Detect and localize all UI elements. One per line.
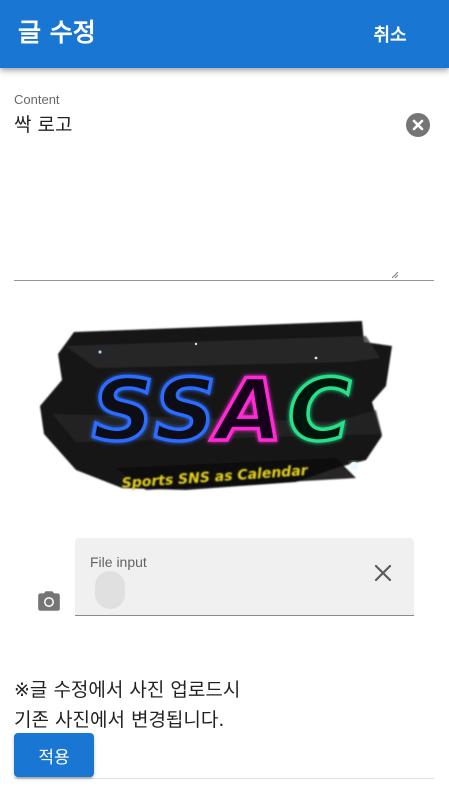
upload-notice: ※글 수정에서 사진 업로드시 기존 사진에서 변경됩니다.	[14, 675, 240, 735]
cancel-button[interactable]: 취소	[356, 18, 424, 50]
page-title: 글 수정	[18, 18, 96, 47]
file-input[interactable]: File input	[75, 538, 414, 616]
svg-text:S: S	[154, 361, 216, 461]
svg-text:C: C	[288, 361, 351, 461]
svg-text:S: S	[92, 361, 154, 461]
content-textarea[interactable]	[14, 110, 394, 270]
camera-icon[interactable]	[36, 588, 62, 614]
close-icon[interactable]	[371, 561, 395, 585]
svg-text:A: A	[210, 361, 283, 461]
apply-button[interactable]: 적용	[14, 733, 94, 777]
app-bar: 글 수정 취소	[0, 0, 449, 68]
notice-line-1: ※글 수정에서 사진 업로드시	[14, 679, 241, 701]
resize-handle-icon[interactable]	[392, 272, 398, 278]
close-circle-icon[interactable]	[406, 113, 430, 137]
file-chip	[95, 571, 125, 609]
file-input-label: File input	[90, 554, 147, 570]
ssac-logo-image: S S A C Sports SNS as Calendar	[40, 321, 392, 492]
content-field: Content	[14, 90, 434, 281]
content-label: Content	[14, 92, 60, 107]
divider	[14, 778, 434, 779]
notice-line-2: 기존 사진에서 변경됩니다.	[14, 709, 225, 731]
